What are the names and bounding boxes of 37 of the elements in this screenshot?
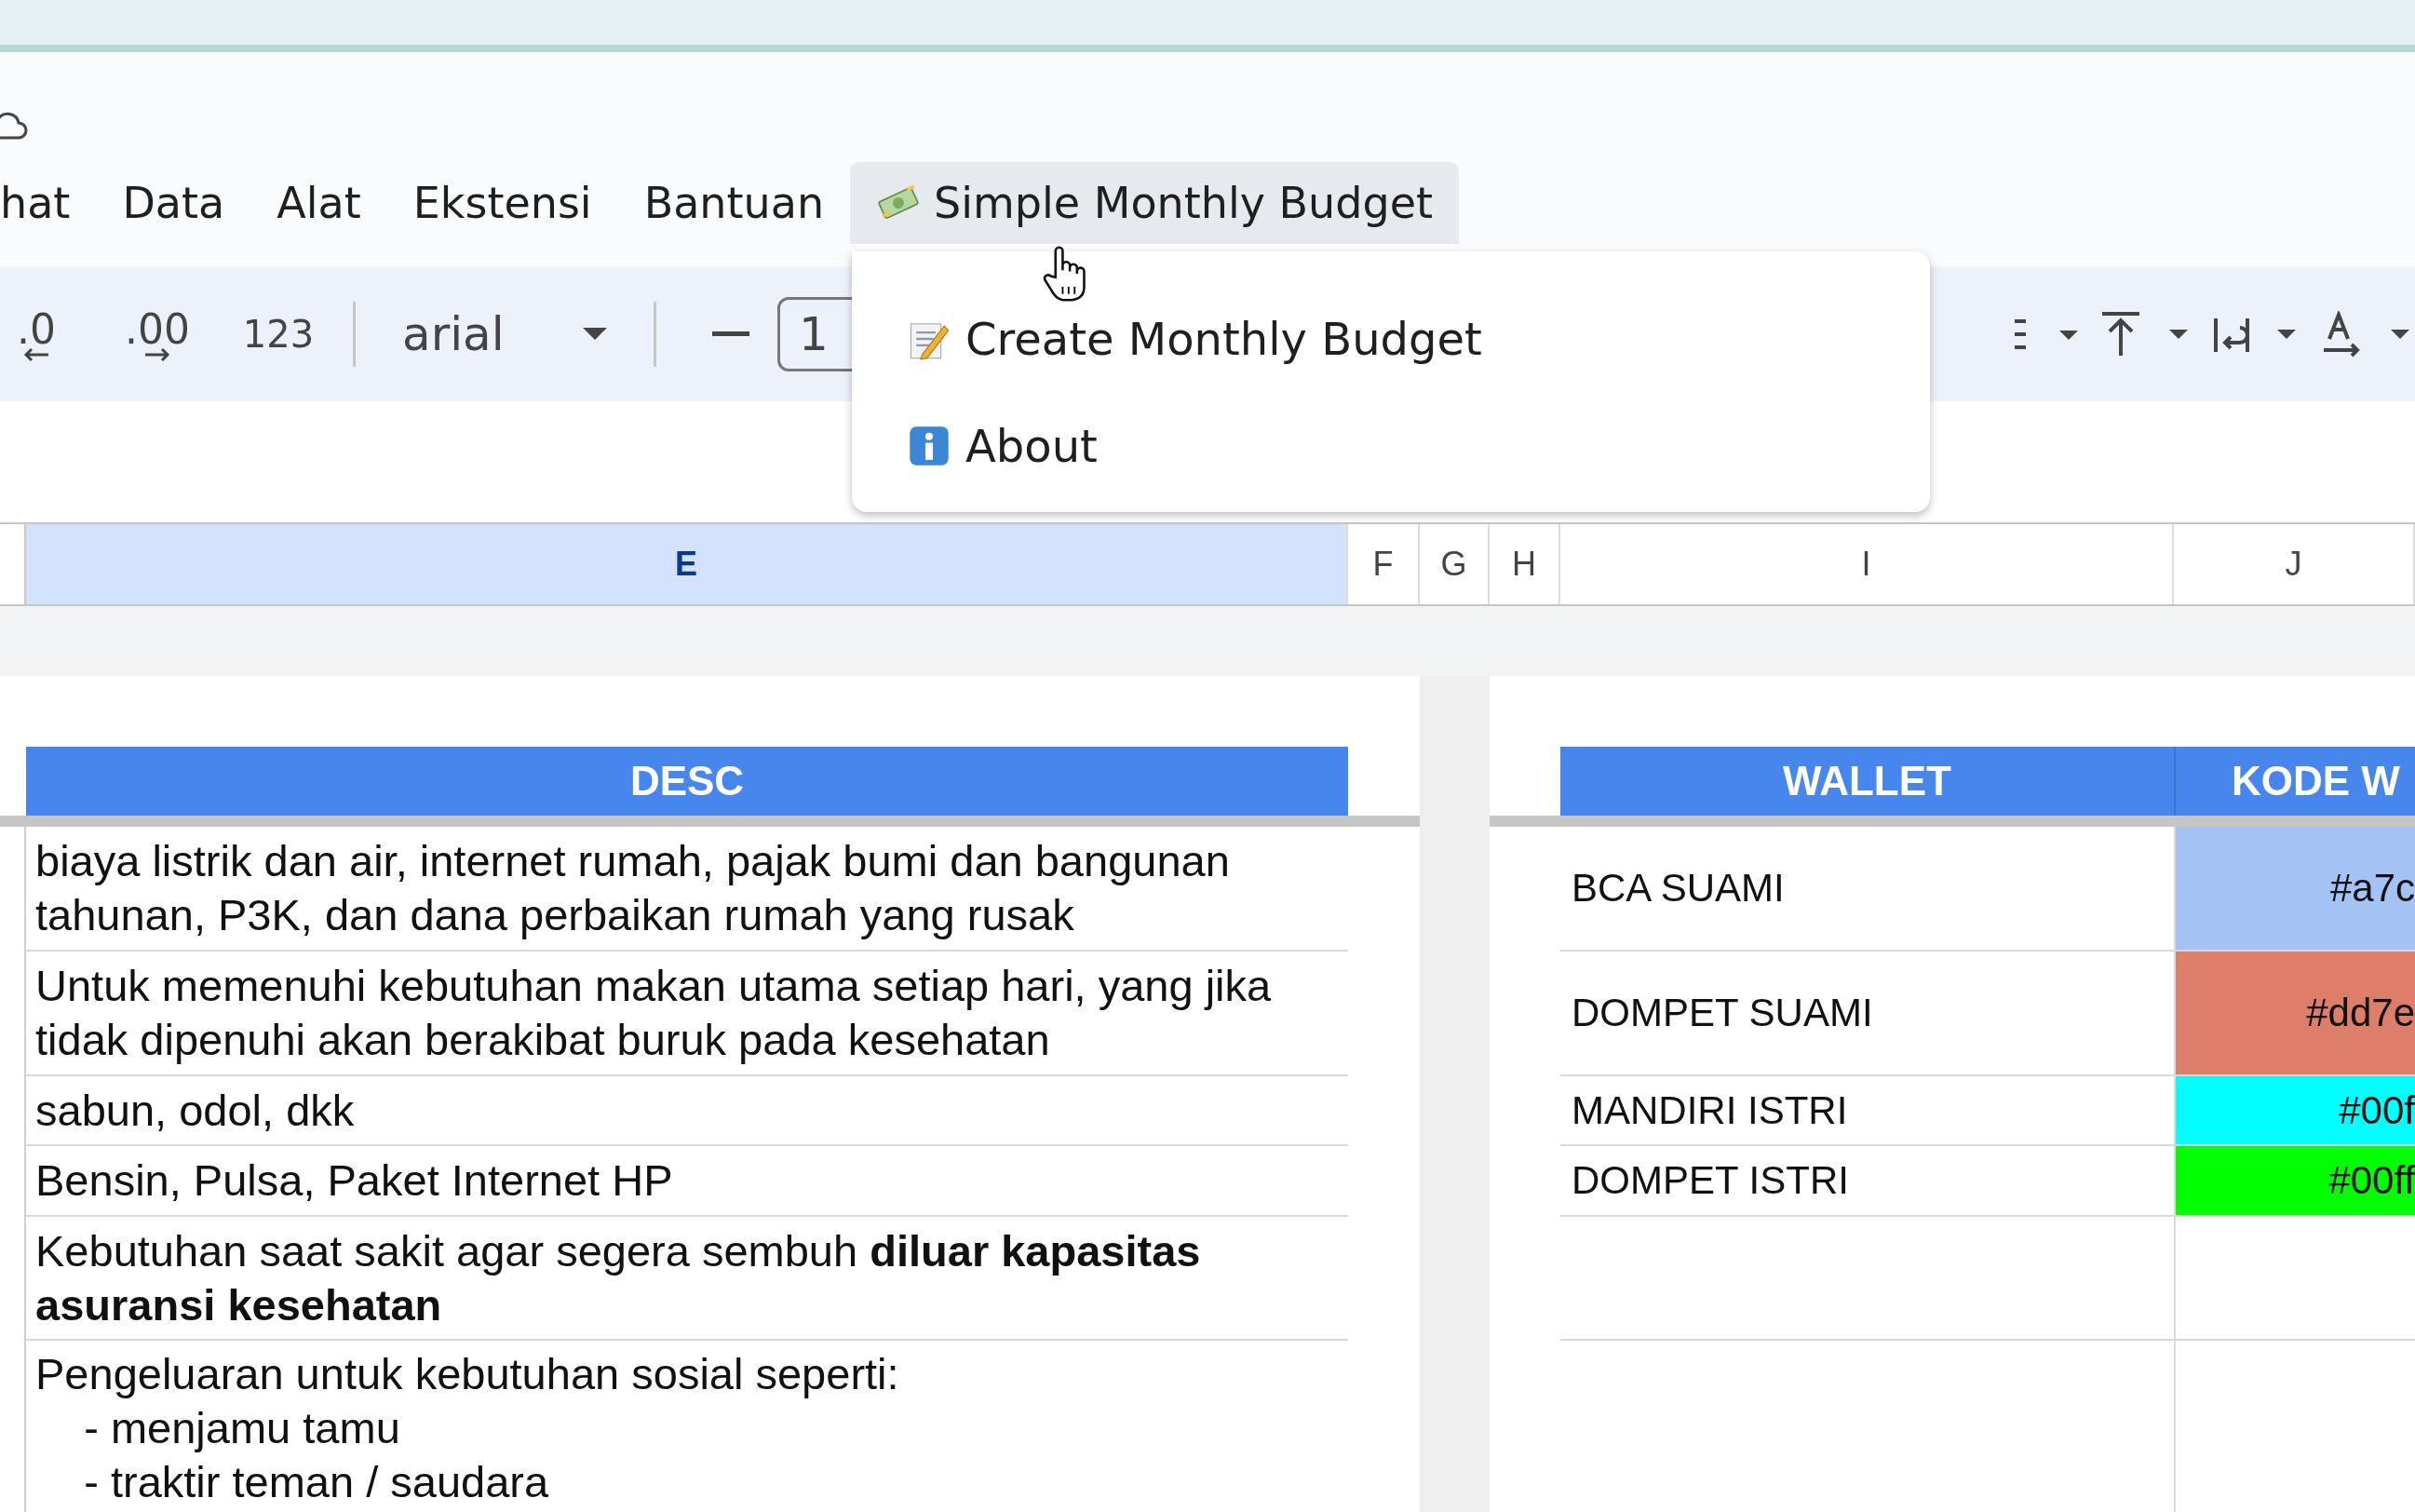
menu-item[interactable]: Ekstensi — [386, 162, 618, 244]
table-cell: Pengeluaran untuk kebutuhan sosial seperti: - menjamu tamu - traktir teman / saudara — [26, 1341, 1348, 1512]
table-cell: #00ff — [2174, 1146, 2415, 1217]
right-arrow-icon — [143, 347, 171, 362]
info-icon — [908, 424, 951, 467]
menu-item[interactable]: Bantuan — [617, 162, 851, 244]
menu-item[interactable]: Data — [96, 162, 251, 244]
menu-item[interactable]: Simple Monthly Budget — [850, 162, 1459, 244]
table-cell: #dd7e — [2174, 952, 2415, 1076]
table-cell: #a7c — [2174, 827, 2415, 952]
table-cell: MANDIRI ISTRI — [1560, 1076, 2174, 1146]
table-cell: biaya listrik dan air, internet rumah, pajak bumi dan bangunan tahunan, P3K, dan dana perbaikan rumah yang rusak — [26, 827, 1348, 952]
increase-decimal-button[interactable]: .00 — [115, 291, 199, 376]
table-cell: Bensin, Pulsa, Paket Internet HP — [26, 1146, 1348, 1217]
column-header[interactable]: J — [2174, 524, 2415, 604]
font-select[interactable]: arial — [393, 306, 616, 361]
decrease-decimal-button[interactable]: .0 — [4, 291, 69, 376]
table-header: WALLET — [1560, 747, 2174, 816]
table-cell: #00f — [2174, 1076, 2415, 1146]
column-header[interactable]: F — [1348, 524, 1420, 604]
column-header[interactable]: E — [26, 524, 1348, 604]
table-header: DESC — [26, 747, 1348, 816]
column-header[interactable]: I — [1560, 524, 2174, 604]
table-cell: sabun, odol, dkk — [26, 1076, 1348, 1146]
column-header[interactable]: H — [1490, 524, 1560, 604]
number-format-button[interactable]: 123 — [241, 291, 316, 376]
menu-item[interactable]: Alat — [250, 162, 387, 244]
left-arrow-icon — [22, 347, 50, 362]
table-cell: Kebutuhan saat sakit agar segera sembuh diluar kapasitas asuransi kesehatan — [26, 1217, 1348, 1341]
table-cell: DOMPET ISTRI — [1560, 1146, 2174, 1217]
column-header[interactable]: G — [1420, 524, 1490, 604]
table-header: KODE W — [2174, 747, 2415, 816]
table-cell: Untuk memenuhi kebutuhan makan utama setiap hari, yang jika tidak dipenuhi akan berakibat buruk pada kesehatan — [26, 952, 1348, 1076]
menu-item[interactable]: About — [852, 392, 1930, 499]
menu-item[interactable]: hat — [0, 162, 97, 244]
minus-icon[interactable] — [712, 331, 749, 337]
caret-icon — [583, 328, 607, 340]
